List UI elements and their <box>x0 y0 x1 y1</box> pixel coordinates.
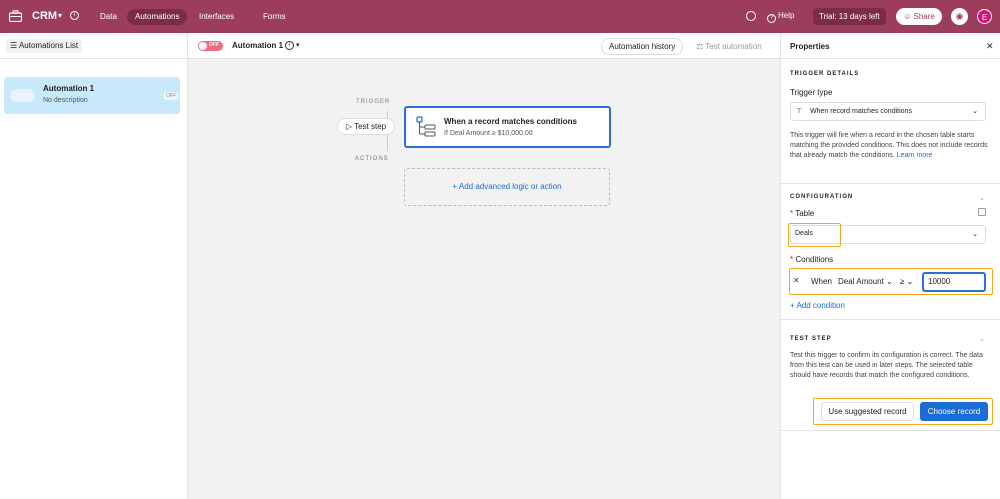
trigger-description: This trigger will fire when a record in … <box>790 131 990 161</box>
test-step-heading: TEST STEP <box>790 336 832 342</box>
table-label-text: Table <box>795 209 815 218</box>
share-label: Share <box>913 12 935 21</box>
divider <box>781 430 1000 431</box>
status-badge: OFF <box>164 92 178 100</box>
toggle-knob <box>199 42 207 50</box>
trigger-type-label: Trigger type <box>790 88 833 97</box>
tab-forms[interactable]: Forms <box>255 9 294 25</box>
hierarchy-icon <box>416 116 436 137</box>
add-action-button[interactable]: + Add advanced logic or action <box>404 168 610 206</box>
conditions-label-text: Conditions <box>795 255 834 264</box>
condition-when-label: When <box>811 277 832 286</box>
app-name[interactable]: CRM <box>32 10 57 22</box>
chevron-down-icon: ⌄ <box>886 277 893 286</box>
automations-list-button[interactable]: ☰ Automations List <box>6 39 83 53</box>
play-icon: ▷ <box>345 122 355 131</box>
automation-item-name: Automation 1 <box>43 84 95 93</box>
trigger-title: When a record matches conditions <box>444 117 577 126</box>
condition-operator-select[interactable]: ≥ ⌄ <box>900 277 913 286</box>
chevron-down-icon: ⌄ <box>906 277 914 286</box>
automations-sidebar: ☰ Automations List Automation 1 No descr… <box>0 33 188 499</box>
trigger-card[interactable]: When a record matches conditions If Deal… <box>404 106 611 148</box>
chevron-down-icon[interactable]: ▾ <box>58 11 62 20</box>
help-button[interactable]: ? Help <box>767 11 794 23</box>
automation-item-description: No description <box>43 97 88 104</box>
add-condition-label: Add condition <box>796 301 845 310</box>
tab-automations[interactable]: Automations <box>127 9 188 25</box>
trigger-type-value: When record matches conditions <box>810 108 912 115</box>
tab-interfaces[interactable]: Interfaces <box>191 9 242 25</box>
bell-icon[interactable]: ◉ <box>951 8 968 25</box>
toggle-label: OFF <box>209 42 219 48</box>
test-automation-button[interactable]: ⚖ Test automation <box>696 42 762 51</box>
close-icon[interactable]: ✕ <box>986 41 994 52</box>
menu-icon: ☰ <box>10 41 19 50</box>
trigger-condition-summary: If Deal Amount ≥ $10,000.00 <box>444 130 533 137</box>
share-icon: ☺ <box>903 12 914 21</box>
configuration-heading: CONFIGURATION <box>790 194 854 200</box>
avatar[interactable]: E <box>977 9 992 24</box>
info-icon[interactable]: i <box>70 11 79 20</box>
external-link-icon[interactable] <box>978 208 986 216</box>
automation-canvas: TRIGGER ▷ Test step When a record matche… <box>188 59 780 499</box>
automation-icon <box>10 89 35 102</box>
choose-record-button[interactable]: Choose record <box>920 402 988 421</box>
top-bar: CRM ▾ i Data Automations Interfaces Form… <box>0 0 1000 33</box>
briefcase-icon[interactable] <box>9 10 22 22</box>
highlight-box <box>788 223 841 247</box>
automation-history-button[interactable]: Automation history <box>601 38 684 55</box>
use-suggested-record-button[interactable]: Use suggested record <box>821 402 914 421</box>
divider <box>781 319 1000 320</box>
chevron-down-icon[interactable]: ⌄ <box>979 335 985 343</box>
conditions-label: * Conditions <box>790 255 833 264</box>
add-action-label: Add advanced logic or action <box>458 182 562 191</box>
chevron-down-icon[interactable]: ▾ <box>296 41 300 49</box>
test-step-description: Test this trigger to confirm its configu… <box>790 352 983 379</box>
condition-operator-value: ≥ <box>900 277 905 286</box>
properties-header: Properties ✕ <box>781 33 1000 59</box>
chevron-down-icon: ⌄ <box>972 108 978 115</box>
remove-condition-icon[interactable]: ✕ <box>793 276 800 285</box>
flask-icon: ⚖ <box>696 42 706 51</box>
automation-toggle[interactable]: OFF <box>198 41 223 51</box>
help-label: Help <box>778 11 795 20</box>
hierarchy-icon: ⊤ <box>796 108 803 115</box>
trigger-description-text: This trigger will fire when a record in … <box>790 132 988 159</box>
test-automation-label: Test automation <box>705 42 762 51</box>
canvas-header: OFF Automation 1 i ▾ Automation history … <box>188 33 780 59</box>
divider <box>781 183 1000 184</box>
trial-badge[interactable]: Trial: 13 days left <box>813 8 886 25</box>
actions-label: ACTIONS <box>355 156 389 162</box>
trigger-details-heading: TRIGGER DETAILS <box>790 71 860 77</box>
help-icon: ? <box>767 14 776 23</box>
sidebar-header: ☰ Automations List <box>0 33 187 59</box>
test-step-label: Test step <box>354 122 387 131</box>
tab-data[interactable]: Data <box>92 9 125 25</box>
test-step-button[interactable]: ▷ Test step <box>337 118 395 135</box>
condition-field-value: Deal Amount <box>838 277 884 286</box>
chevron-down-icon: ⌄ <box>972 231 978 238</box>
trigger-label: TRIGGER <box>356 99 391 105</box>
chevron-down-icon[interactable]: ⌄ <box>979 194 985 202</box>
condition-value-input[interactable]: 10000 <box>922 272 986 292</box>
automations-list-label: Automations List <box>18 41 79 50</box>
history-icon[interactable] <box>746 11 756 21</box>
automation-name[interactable]: Automation 1 <box>232 41 283 50</box>
info-icon[interactable]: i <box>285 41 294 50</box>
add-condition-button[interactable]: + Add condition <box>790 301 845 310</box>
condition-field-select[interactable]: Deal Amount ⌄ <box>838 277 893 286</box>
table-label: * Table <box>790 209 814 218</box>
share-button[interactable]: ☺ Share <box>896 8 942 25</box>
properties-title: Properties <box>790 42 830 51</box>
properties-panel: Properties ✕ TRIGGER DETAILS Trigger typ… <box>780 33 1000 499</box>
trigger-type-select[interactable]: ⊤ When record matches conditions ⌄ <box>790 102 986 121</box>
learn-more-link[interactable]: Learn more <box>897 152 933 159</box>
automation-list-item[interactable]: Automation 1 No description OFF <box>4 77 180 114</box>
